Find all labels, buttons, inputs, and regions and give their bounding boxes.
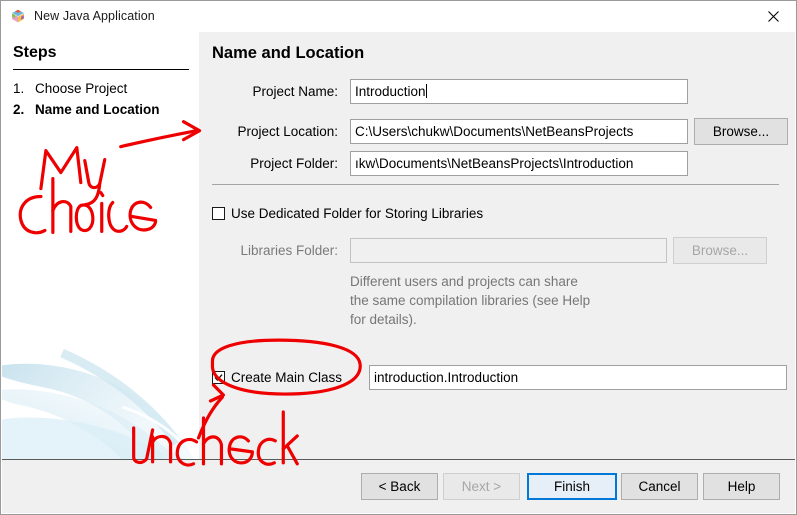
- step-item-choose-project: 1. Choose Project: [13, 79, 193, 99]
- project-name-input[interactable]: Introduction: [350, 79, 688, 104]
- content-panel: Name and Location Project Name: Introduc…: [199, 32, 795, 460]
- checkbox-box-unchecked: [212, 207, 225, 220]
- cancel-button[interactable]: Cancel: [621, 473, 698, 500]
- section-divider: [212, 184, 779, 185]
- step-label: Choose Project: [35, 81, 128, 96]
- steps-panel: Steps 1. Choose Project 2. Name and Loca…: [2, 32, 199, 460]
- create-main-class-label: Create Main Class: [231, 370, 343, 385]
- main-class-input[interactable]: introduction.Introduction: [369, 365, 787, 390]
- steps-heading: Steps: [13, 44, 57, 61]
- libraries-folder-label: Libraries Folder:: [240, 243, 338, 258]
- next-button[interactable]: Next >: [443, 473, 520, 500]
- netbeans-cube-icon: [10, 8, 26, 24]
- new-java-application-dialog: New Java Application Steps 1. Choose Pro…: [0, 0, 797, 515]
- step-number: 1.: [13, 81, 25, 96]
- project-folder-label: Project Folder:: [250, 156, 338, 171]
- project-name-row: Project Name: Introduction: [212, 79, 782, 104]
- title-bar: New Java Application: [1, 1, 796, 31]
- steps-divider: [13, 69, 189, 70]
- libraries-folder-browse-button[interactable]: Browse...: [673, 237, 767, 264]
- dedicated-folder-row: Use Dedicated Folder for Storing Librari…: [212, 206, 483, 221]
- back-button[interactable]: < Back: [361, 473, 438, 500]
- dialog-button-bar: < Back Next > Finish Cancel Help: [2, 459, 795, 513]
- steps-list: 1. Choose Project 2. Name and Location: [13, 79, 193, 121]
- checkbox-box-checked: [212, 371, 225, 384]
- window-title: New Java Application: [34, 9, 155, 23]
- libraries-folder-row: Libraries Folder: Browse...: [212, 237, 792, 264]
- libraries-folder-input[interactable]: [350, 238, 667, 263]
- use-dedicated-folder-label: Use Dedicated Folder for Storing Librari…: [231, 206, 484, 221]
- checkmark-icon: [214, 374, 223, 381]
- step-number: 2.: [13, 102, 25, 117]
- project-folder-input[interactable]: ıkw\Documents\NetBeansProjects\Introduct…: [350, 151, 688, 176]
- project-location-label: Project Location:: [237, 124, 338, 139]
- step-item-name-and-location: 2. Name and Location: [13, 100, 193, 120]
- finish-button[interactable]: Finish: [527, 473, 617, 500]
- project-location-browse-button[interactable]: Browse...: [694, 118, 788, 145]
- use-dedicated-folder-checkbox[interactable]: Use Dedicated Folder for Storing Librari…: [212, 206, 483, 221]
- libraries-hint-text: Different users and projects can share t…: [350, 274, 591, 327]
- project-folder-row: Project Folder: ıkw\Documents\NetBeansPr…: [212, 151, 782, 176]
- help-button[interactable]: Help: [703, 473, 780, 500]
- create-main-class-row: Create Main Class introduction.Introduct…: [212, 365, 792, 390]
- create-main-class-checkbox[interactable]: Create Main Class: [212, 370, 358, 385]
- project-location-row: Project Location: C:\Users\chukw\Documen…: [212, 118, 792, 145]
- decorative-swoosh-graphic: [2, 348, 194, 460]
- project-location-input[interactable]: C:\Users\chukw\Documents\NetBeansProject…: [350, 119, 688, 144]
- page-title: Name and Location: [212, 44, 365, 62]
- close-icon[interactable]: [751, 1, 796, 31]
- step-label: Name and Location: [35, 102, 160, 117]
- project-name-label: Project Name:: [252, 84, 338, 99]
